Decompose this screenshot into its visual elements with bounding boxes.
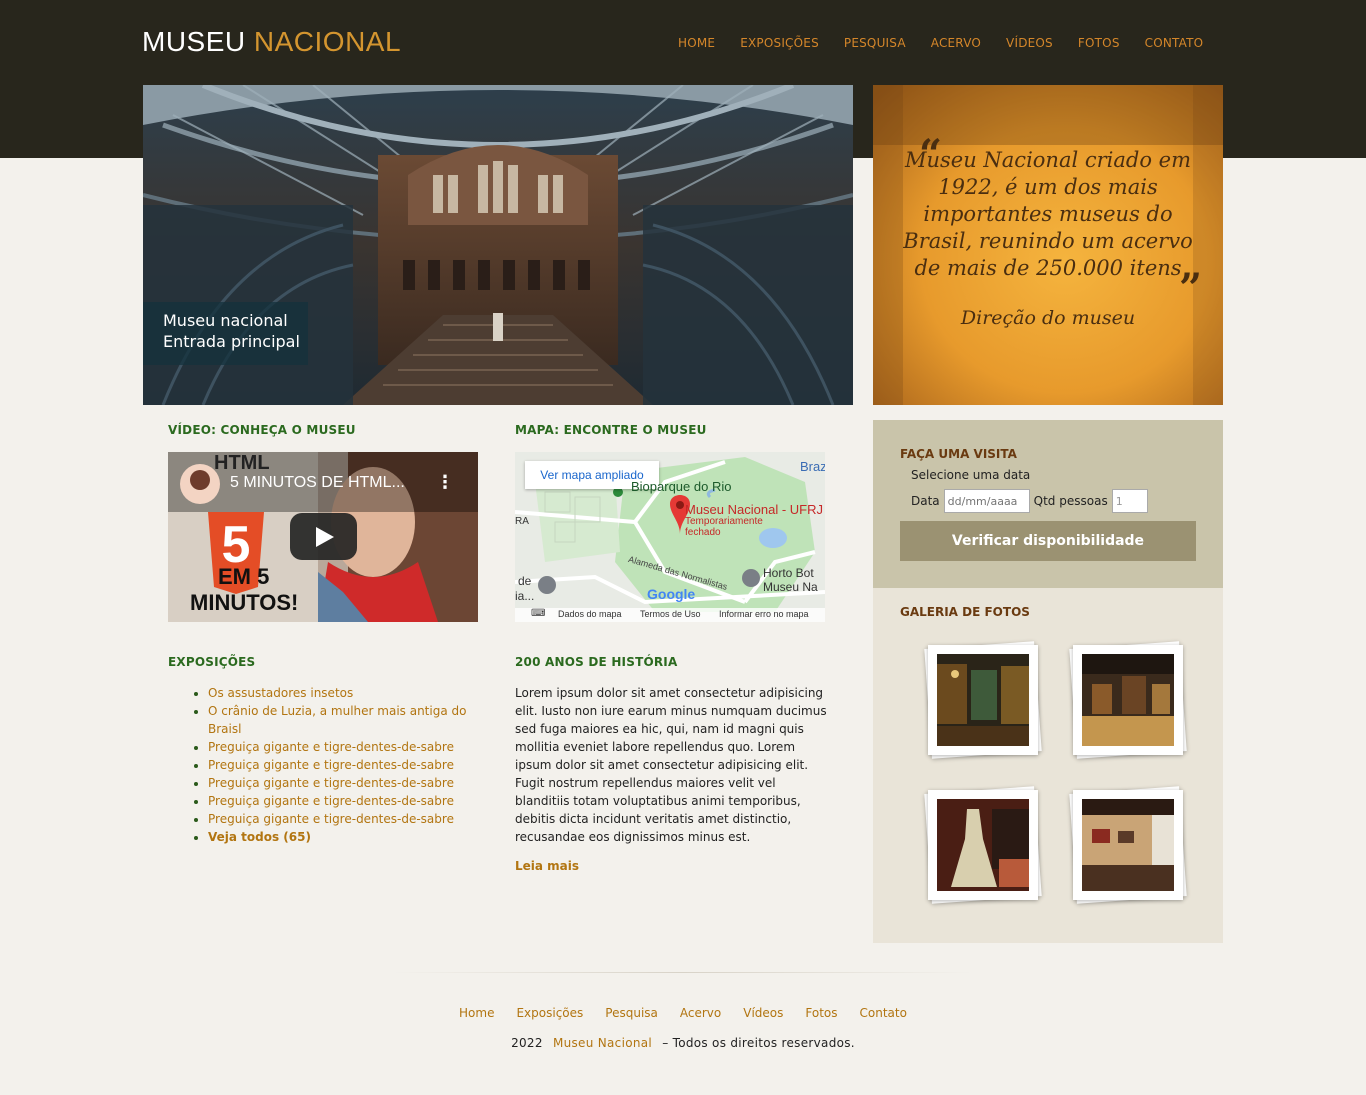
map-embed[interactable]: Ver mapa ampliado Bioparque do Rio Museu… (515, 452, 825, 622)
video-embed[interactable]: 5 HTML EM 5 MINUTOS! 5 MINUTOS DE HTML..… (168, 452, 478, 622)
map-footer: ⌨ Dados do mapa Termos de Uso Informar e… (515, 608, 825, 622)
nav-contato[interactable]: CONTATO (1145, 36, 1204, 50)
nav-home[interactable]: HOME (678, 36, 715, 50)
visit-panel: FAÇA UMA VISITA Selecione uma data Data … (873, 420, 1223, 588)
footer-link-fotos[interactable]: Fotos (805, 1006, 837, 1020)
nav-acervo[interactable]: ACERVO (931, 36, 981, 50)
exhibition-link[interactable]: Preguiça gigante e tigre-dentes-de-sabre (208, 776, 454, 790)
thumb-text-html: HTML (214, 452, 270, 474)
map-terms-link[interactable]: Termos de Uso (640, 609, 701, 619)
history-text: Lorem ipsum dolor sit amet consectetur a… (515, 686, 827, 844)
google-logo: Google (647, 586, 696, 602)
hero-caption: Museu nacional Entrada principal (143, 302, 308, 365)
exhibition-link[interactable]: Preguiça gigante e tigre-dentes-de-sabre (208, 758, 454, 772)
list-item: Os assustadores insetos (208, 684, 478, 702)
exhibition-link[interactable]: O crânio de Luzia, a mulher mais antiga … (208, 704, 466, 736)
gallery-photo[interactable] (1069, 641, 1187, 759)
quote-author: Direção do museu (960, 307, 1136, 329)
copyright-year: 2022 (511, 1036, 543, 1050)
thumb-text-minutos: MINUTOS! (190, 590, 299, 615)
footer-link-contato[interactable]: Contato (860, 1006, 907, 1020)
nav-fotos[interactable]: FOTOS (1078, 36, 1120, 50)
video-title[interactable]: 5 MINUTOS DE HTML... (230, 474, 405, 492)
map-label-status: Temporariamente fechado (685, 516, 763, 538)
thumb-text-em5: EM 5 (218, 564, 270, 589)
exhibition-link[interactable]: Os assustadores insetos (208, 686, 353, 700)
logo-part1: MUSEU (142, 26, 246, 57)
exhibitions-list: Os assustadores insetos O crânio de Luzi… (208, 684, 478, 846)
footer-nav: Home Exposições Pesquisa Acervo Vídeos F… (0, 1006, 1366, 1020)
read-more-link[interactable]: Leia mais (515, 859, 579, 873)
list-item: Preguiça gigante e tigre-dentes-de-sabre (208, 792, 478, 810)
map-label-brazil: Braz (800, 459, 825, 474)
video-more-icon[interactable]: ⋮ (436, 472, 454, 493)
gallery-photo[interactable] (1069, 786, 1187, 904)
quote-text: Museu Nacional criado em 1922, é um dos … (903, 148, 1193, 280)
list-item: Preguiça gigante e tigre-dentes-de-sabre (208, 738, 478, 756)
see-all-link[interactable]: Veja todos (65) (208, 830, 311, 844)
map-label-museum[interactable]: Museu Nacional - UFRJ (685, 502, 823, 517)
nav-exposicoes[interactable]: EXPOSIÇÕES (740, 36, 819, 50)
copyright-rights: – Todos os direitos reservados. (662, 1036, 855, 1050)
exhibition-link[interactable]: Preguiça gigante e tigre-dentes-de-sabre (208, 740, 454, 754)
map-label-garden[interactable]: Horto Bot (763, 566, 814, 580)
keyboard-icon[interactable]: ⌨ (531, 608, 545, 619)
copyright-site-link[interactable]: Museu Nacional (553, 1036, 652, 1050)
nav-videos[interactable]: VÍDEOS (1006, 36, 1053, 50)
map-label-garden2: Museu Na (763, 580, 818, 594)
map-label-ra: RA (515, 516, 529, 527)
exhibition-link[interactable]: Preguiça gigante e tigre-dentes-de-sabre (208, 794, 454, 808)
date-input[interactable] (943, 489, 1030, 513)
map-data-link[interactable]: Dados do mapa (558, 609, 622, 619)
visit-title: FAÇA UMA VISITA (900, 447, 1017, 461)
footer-link-pesquisa[interactable]: Pesquisa (605, 1006, 658, 1020)
exhibition-link[interactable]: Preguiça gigante e tigre-dentes-de-sabre (208, 812, 454, 826)
main-nav: HOME EXPOSIÇÕES PESQUISA ACERVO VÍDEOS F… (678, 36, 1228, 50)
gallery-title: GALERIA DE FOTOS (900, 605, 1030, 619)
play-icon[interactable] (290, 513, 357, 560)
visit-hint: Selecione uma data (911, 468, 1031, 482)
map-label-park[interactable]: Bioparque do Rio (631, 479, 731, 494)
hero-caption-line1: Museu nacional (163, 311, 288, 330)
list-item: Preguiça gigante e tigre-dentes-de-sabre (208, 774, 478, 792)
site-logo[interactable]: MUSEU NACIONAL (142, 26, 401, 58)
footer-divider (393, 972, 973, 973)
gallery-photo[interactable] (924, 641, 1042, 759)
history-title: 200 ANOS DE HISTÓRIA (515, 655, 678, 669)
gallery-panel: GALERIA DE FOTOS (873, 588, 1223, 943)
footer-link-acervo[interactable]: Acervo (680, 1006, 721, 1020)
list-item: Veja todos (65) (208, 828, 478, 846)
photo-image (937, 654, 1029, 746)
date-label: Data (911, 494, 940, 508)
people-input[interactable] (1111, 489, 1148, 513)
list-item: O crânio de Luzia, a mulher mais antiga … (208, 702, 478, 738)
photo-image (1082, 654, 1174, 746)
copyright: 2022 Museu Nacional – Todos os direitos … (0, 1036, 1366, 1050)
close-quote-mark: ” (1179, 265, 1203, 312)
video-section-title: VÍDEO: CONHEÇA O MUSEU (168, 423, 356, 437)
people-label: Qtd pessoas (1033, 494, 1108, 508)
hero-caption-line2: Entrada principal (163, 332, 300, 351)
exhibitions-title: EXPOSIÇÕES (168, 655, 256, 669)
quote-panel: “ Museu Nacional criado em 1922, é um do… (873, 85, 1223, 405)
map-label-ia: ia... (515, 589, 535, 603)
hero-banner: Museu nacional Entrada principal (143, 85, 853, 405)
photo-image (937, 799, 1029, 891)
nav-pesquisa[interactable]: PESQUISA (844, 36, 906, 50)
photo-image (1082, 799, 1174, 891)
list-item: Preguiça gigante e tigre-dentes-de-sabre (208, 756, 478, 774)
list-item: Preguiça gigante e tigre-dentes-de-sabre (208, 810, 478, 828)
map-label-de: de (518, 574, 532, 588)
visit-form-row: Data Qtd pessoas (911, 489, 1148, 513)
check-availability-button[interactable]: Verificar disponibilidade (900, 521, 1196, 561)
footer-link-home[interactable]: Home (459, 1006, 494, 1020)
footer-link-exposicoes[interactable]: Exposições (516, 1006, 583, 1020)
footer-link-videos[interactable]: Vídeos (743, 1006, 783, 1020)
gallery-photo[interactable] (924, 786, 1042, 904)
map-report-link[interactable]: Informar erro no mapa (719, 609, 809, 619)
map-section-title: MAPA: ENCONTRE O MUSEU (515, 423, 707, 437)
logo-part2: NACIONAL (253, 26, 402, 57)
